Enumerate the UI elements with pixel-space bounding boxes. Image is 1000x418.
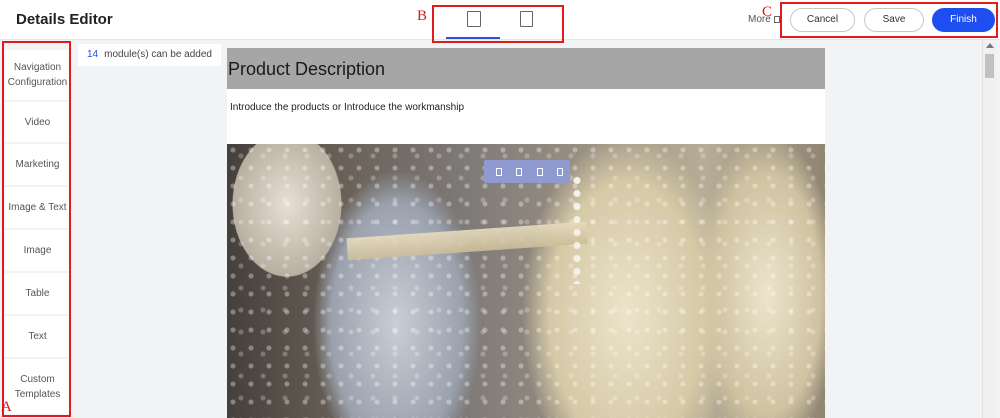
scroll-thumb[interactable] [985, 54, 994, 78]
annotation-box-a [2, 41, 71, 417]
module-count-info: 14 module(s) can be added [78, 44, 221, 66]
image-toolbar [484, 160, 570, 183]
lace-texture [227, 144, 825, 418]
annotation-label-a: A [1, 399, 12, 415]
annotation-box-c [780, 2, 998, 38]
copy-icon[interactable] [537, 168, 543, 176]
scroll-up-icon[interactable] [986, 43, 994, 48]
annotation-label-b: B [417, 8, 428, 24]
editor-canvas[interactable]: Product Description Introduce the produc… [227, 48, 825, 418]
product-description-title[interactable]: Product Description [227, 48, 825, 89]
right-panel [830, 40, 980, 418]
page-title: Details Editor [16, 11, 113, 28]
delete-icon[interactable] [557, 168, 563, 176]
annotation-box-b [432, 5, 564, 43]
dress-buttons [572, 174, 582, 284]
module-count-text: module(s) can be added [104, 49, 212, 60]
move-down-icon[interactable] [516, 168, 522, 176]
annotation-label-c: C [762, 4, 773, 20]
product-image[interactable] [227, 144, 825, 418]
move-up-icon[interactable] [496, 168, 502, 176]
vertical-scrollbar[interactable] [982, 40, 996, 418]
more-icon [773, 16, 780, 23]
product-description-text[interactable]: Introduce the products or Introduce the … [230, 102, 464, 113]
module-count: 14 [87, 49, 99, 60]
